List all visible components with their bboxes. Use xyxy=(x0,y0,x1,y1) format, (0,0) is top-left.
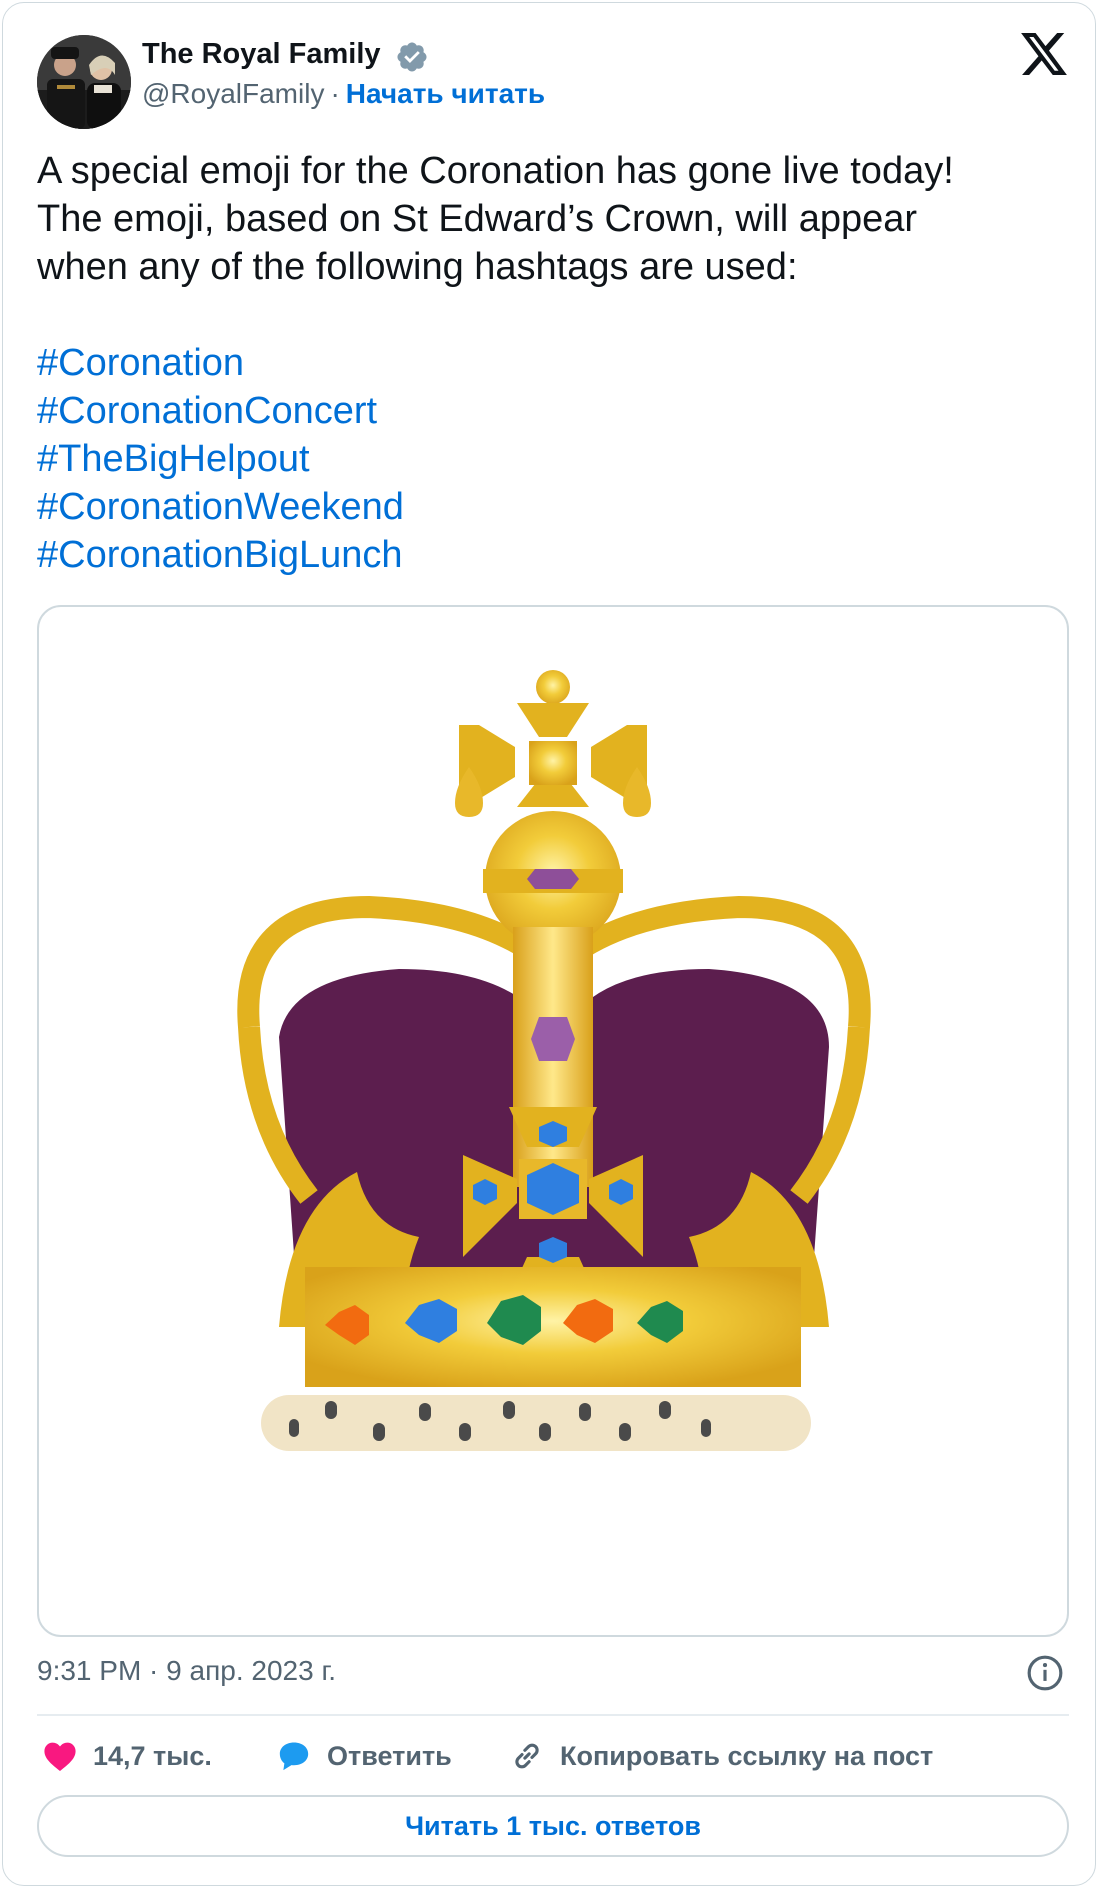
x-logo-icon[interactable] xyxy=(1021,33,1067,75)
like-button[interactable]: 14,7 тыс. xyxy=(43,1736,212,1776)
reply-button[interactable]: Ответить xyxy=(277,1736,452,1776)
info-icon[interactable] xyxy=(1026,1654,1064,1692)
separator-dot: · xyxy=(330,78,340,109)
like-count: 14,7 тыс. xyxy=(93,1740,212,1771)
author-handle-row: @RoyalFamily · Начать читать xyxy=(142,78,545,110)
reply-bubble-icon xyxy=(279,1742,309,1771)
tweet-media-image[interactable] xyxy=(37,605,1069,1637)
author-avatar[interactable] xyxy=(37,35,131,129)
copy-link-button[interactable]: Копировать ссылку на пост xyxy=(510,1736,933,1776)
tweet-timestamp[interactable]: 9:31 PM · 9 апр. 2023 г. xyxy=(37,1655,336,1687)
hashtag-coronation-big-lunch[interactable]: #CoronationBigLunch xyxy=(37,531,1047,579)
tweet-text-line: when any of the following hashtags are u… xyxy=(37,246,798,288)
copy-link-label: Копировать ссылку на пост xyxy=(560,1740,934,1771)
author-display-name[interactable]: The Royal Family xyxy=(142,38,381,71)
read-replies-button[interactable]: Читать 1 тыс. ответов xyxy=(37,1795,1069,1857)
tweet-card: The Royal Family @RoyalFamily · Начать чит… xyxy=(2,2,1096,1886)
tweet-text-line: A special emoji for the Coronation has g… xyxy=(37,150,954,192)
hashtag-coronation-concert[interactable]: #CoronationConcert xyxy=(37,387,1047,435)
actions-divider xyxy=(37,1714,1069,1716)
author-handle[interactable]: @RoyalFamily xyxy=(142,78,324,109)
follow-link[interactable]: Начать читать xyxy=(346,78,545,109)
tweet-text: A special emoji for the Coronation has g… xyxy=(37,147,1047,579)
crown-emoji-image xyxy=(237,670,871,1451)
hashtag-coronation-weekend[interactable]: #CoronationWeekend xyxy=(37,483,1047,531)
hashtag-coronation[interactable]: #Coronation xyxy=(37,339,1047,387)
hashtag-the-big-helpout[interactable]: #TheBigHelpout xyxy=(37,435,1047,483)
tweet-text-line: The emoji, based on St Edward’s Crown, w… xyxy=(37,198,918,240)
verified-badge-icon xyxy=(397,42,427,72)
link-icon xyxy=(515,1743,539,1769)
heart-icon xyxy=(44,1742,76,1772)
reply-label: Ответить xyxy=(327,1740,452,1771)
